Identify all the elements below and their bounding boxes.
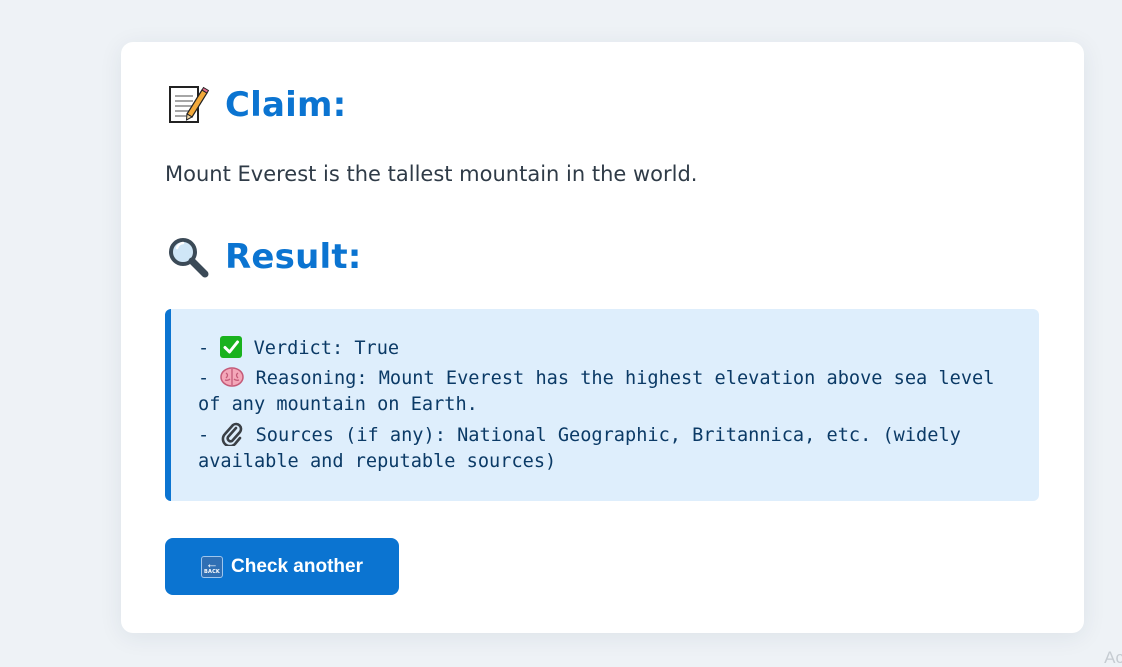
back-arrow-icon: ← BACK xyxy=(201,555,223,578)
result-heading-label: Result: xyxy=(225,237,362,277)
corner-text: Ac xyxy=(1104,648,1122,667)
claim-heading-label: Claim: xyxy=(225,85,347,125)
reasoning-text: Reasoning: Mount Everest has the highest… xyxy=(198,368,1006,415)
verdict-text: Verdict: True xyxy=(242,338,400,359)
bullet: - xyxy=(198,425,221,446)
memo-icon xyxy=(165,82,211,128)
bullet: - xyxy=(198,338,221,359)
result-line-sources: - Sources (if any): National Geographic,… xyxy=(198,422,1019,475)
check-another-label: Check another xyxy=(231,555,363,577)
result-line-verdict: - Verdict: True xyxy=(198,336,1019,362)
claim-text: Mount Everest is the tallest mountain in… xyxy=(165,162,698,186)
result-box: - Verdict: True - Reasoning: Mount Evere… xyxy=(165,309,1039,501)
result-card: Claim: Mount Everest is the tallest moun… xyxy=(121,42,1084,633)
claim-heading: Claim: xyxy=(165,82,346,128)
result-heading: Result: xyxy=(165,234,362,280)
bullet: - xyxy=(198,368,221,389)
sources-text: Sources (if any): National Geographic, B… xyxy=(198,425,973,472)
paperclip-icon xyxy=(220,422,244,449)
result-line-reasoning: - Reasoning: Mount Everest has the highe… xyxy=(198,366,1019,418)
magnifying-glass-icon xyxy=(165,234,211,280)
check-another-button[interactable]: ← BACK Check another xyxy=(165,538,399,595)
check-mark-icon xyxy=(220,336,243,362)
brain-icon xyxy=(220,366,245,392)
